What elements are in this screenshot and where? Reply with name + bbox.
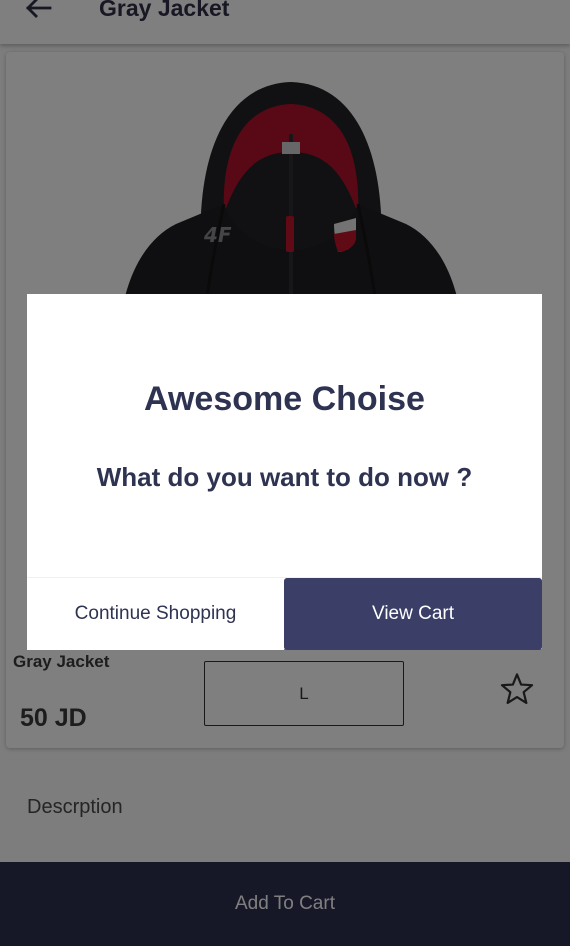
dialog-actions: Continue Shopping View Cart (27, 577, 542, 650)
add-to-cart-dialog: Awesome Choise What do you want to do no… (27, 294, 542, 650)
dialog-message: What do you want to do now ? (96, 462, 473, 492)
dialog-title: Awesome Choise (144, 380, 425, 418)
view-cart-button[interactable]: View Cart (284, 578, 542, 650)
continue-shopping-button[interactable]: Continue Shopping (27, 578, 284, 650)
